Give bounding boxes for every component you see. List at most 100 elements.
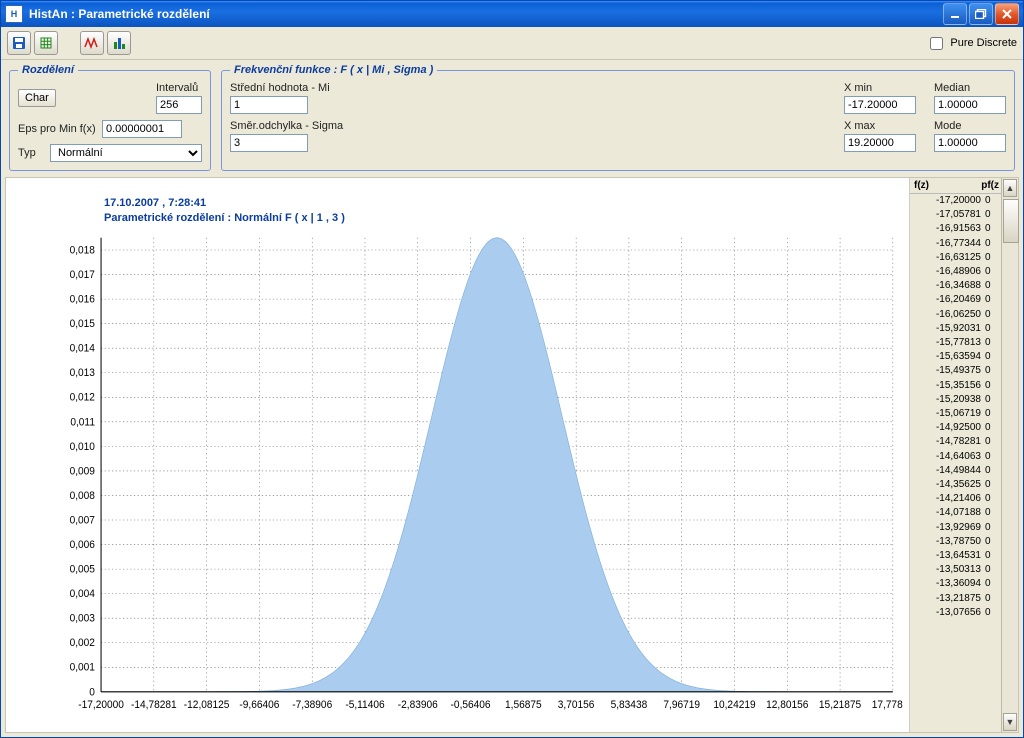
title-bar: H HistAn : Parametrické rozdělení [1,1,1023,27]
typ-label: Typ [18,147,44,159]
svg-text:0,013: 0,013 [70,366,95,379]
plot-svg: 00,0010,0020,0030,0040,0050,0060,0070,00… [30,232,903,726]
pure-discrete-label: Pure Discrete [950,37,1017,49]
svg-text:17,77813: 17,77813 [872,698,903,711]
table-row[interactable]: -13,929690 [910,521,1001,535]
parameter-panels: Rozdělení Char Intervalů Eps pro Min f(x… [1,60,1023,177]
scroll-thumb[interactable] [1003,199,1019,243]
distribution-legend: Rozdělení [18,64,78,76]
table-row[interactable]: -14,640630 [910,450,1001,464]
sigma-input[interactable] [230,134,308,152]
mode-label: Mode [934,120,1006,132]
plot-panel: 17.10.2007 , 7:28:41 Parametrické rozděl… [6,178,909,732]
table-row[interactable]: -16,346880 [910,279,1001,293]
bar-chart-icon[interactable] [107,31,131,55]
svg-text:-5,11406: -5,11406 [345,698,384,711]
table-row[interactable]: -15,209380 [910,393,1001,407]
plot-area: 00,0010,0020,0030,0040,0050,0060,0070,00… [30,232,903,726]
table-row[interactable]: -14,071880 [910,506,1001,520]
window-title: HistAn : Parametrické rozdělení [29,7,210,21]
svg-text:-14,78281: -14,78281 [131,698,177,711]
function-legend: Frekvenční funkce : F ( x | Mi , Sigma ) [230,64,437,76]
table-row[interactable]: -16,062500 [910,308,1001,322]
svg-text:0,009: 0,009 [70,465,95,478]
save-icon[interactable] [7,31,31,55]
side-col-pfz: pf(z [981,180,999,191]
eps-label: Eps pro Min f(x) [18,123,96,135]
table-row[interactable]: -16,631250 [910,251,1001,265]
svg-text:3,70156: 3,70156 [558,698,595,711]
table-row[interactable]: -15,067190 [910,407,1001,421]
side-scrollbar[interactable]: ▲ ▼ [1001,178,1018,732]
chart-wave-icon[interactable] [80,31,104,55]
xmax-input[interactable] [844,134,916,152]
svg-text:7,96719: 7,96719 [663,698,700,711]
median-input[interactable] [934,96,1006,114]
svg-text:-2,83906: -2,83906 [398,698,438,711]
svg-text:10,24219: 10,24219 [713,698,755,711]
minimize-button[interactable] [943,3,967,25]
maximize-button[interactable] [969,3,993,25]
table-row[interactable]: -14,498440 [910,464,1001,478]
table-row[interactable]: -13,360940 [910,577,1001,591]
side-table-body: -17,200000-17,057810-16,915630-16,773440… [910,194,1001,732]
pure-discrete-checkbox[interactable]: Pure Discrete [926,34,1017,53]
xmax-label: X max [844,120,916,132]
grid-icon[interactable] [34,31,58,55]
svg-text:0: 0 [89,685,95,698]
svg-text:-9,66406: -9,66406 [239,698,279,711]
table-row[interactable]: -16,915630 [910,222,1001,236]
table-row[interactable]: -17,057810 [910,208,1001,222]
svg-text:0,006: 0,006 [70,538,95,551]
svg-text:-12,08125: -12,08125 [184,698,230,711]
table-row[interactable]: -16,204690 [910,293,1001,307]
svg-text:15,21875: 15,21875 [819,698,861,711]
table-row[interactable]: -17,200000 [910,194,1001,208]
pure-discrete-input[interactable] [930,37,943,50]
intervals-input[interactable] [156,96,202,114]
table-row[interactable]: -13,218750 [910,592,1001,606]
app-window: H HistAn : Parametrické rozdělení [0,0,1024,738]
function-panel: Frekvenční funkce : F ( x | Mi , Sigma )… [221,64,1015,171]
table-row[interactable]: -13,503130 [910,563,1001,577]
app-icon: H [5,5,23,23]
main-area: 17.10.2007 , 7:28:41 Parametrické rozděl… [5,177,1019,733]
table-row[interactable]: -16,489060 [910,265,1001,279]
eps-input[interactable] [102,120,182,138]
xmin-input[interactable] [844,96,916,114]
table-row[interactable]: -15,351560 [910,379,1001,393]
side-table-header: f(z) pf(z [910,178,1001,194]
xmin-label: X min [844,82,916,94]
svg-text:0,011: 0,011 [70,415,95,428]
table-row[interactable]: -15,920310 [910,322,1001,336]
scroll-up-icon[interactable]: ▲ [1003,179,1017,197]
table-row[interactable]: -14,925000 [910,421,1001,435]
svg-text:0,008: 0,008 [70,489,95,502]
median-label: Median [934,82,1006,94]
svg-text:0,014: 0,014 [70,342,95,355]
table-row[interactable]: -13,645310 [910,549,1001,563]
scroll-down-icon[interactable]: ▼ [1003,713,1017,731]
svg-text:0,003: 0,003 [70,612,95,625]
table-row[interactable]: -15,778130 [910,336,1001,350]
table-row[interactable]: -14,782810 [910,435,1001,449]
svg-text:1,56875: 1,56875 [505,698,542,711]
svg-text:0,016: 0,016 [70,293,95,306]
table-row[interactable]: -14,214060 [910,492,1001,506]
table-row[interactable]: -13,076560 [910,606,1001,620]
side-col-fz: f(z) [912,180,981,191]
typ-select[interactable]: Normální [50,144,202,162]
svg-text:0,004: 0,004 [70,587,95,600]
table-row[interactable]: -15,493750 [910,364,1001,378]
table-row[interactable]: -14,356250 [910,478,1001,492]
close-button[interactable] [995,3,1019,25]
svg-text:0,002: 0,002 [70,636,95,649]
table-row[interactable]: -15,635940 [910,350,1001,364]
svg-text:12,80156: 12,80156 [766,698,808,711]
table-row[interactable]: -13,787500 [910,535,1001,549]
table-row[interactable]: -16,773440 [910,237,1001,251]
plot-header: 17.10.2007 , 7:28:41 Parametrické rozděl… [104,196,903,226]
mode-input[interactable] [934,134,1006,152]
char-button[interactable]: Char [18,89,56,107]
mean-input[interactable] [230,96,308,114]
